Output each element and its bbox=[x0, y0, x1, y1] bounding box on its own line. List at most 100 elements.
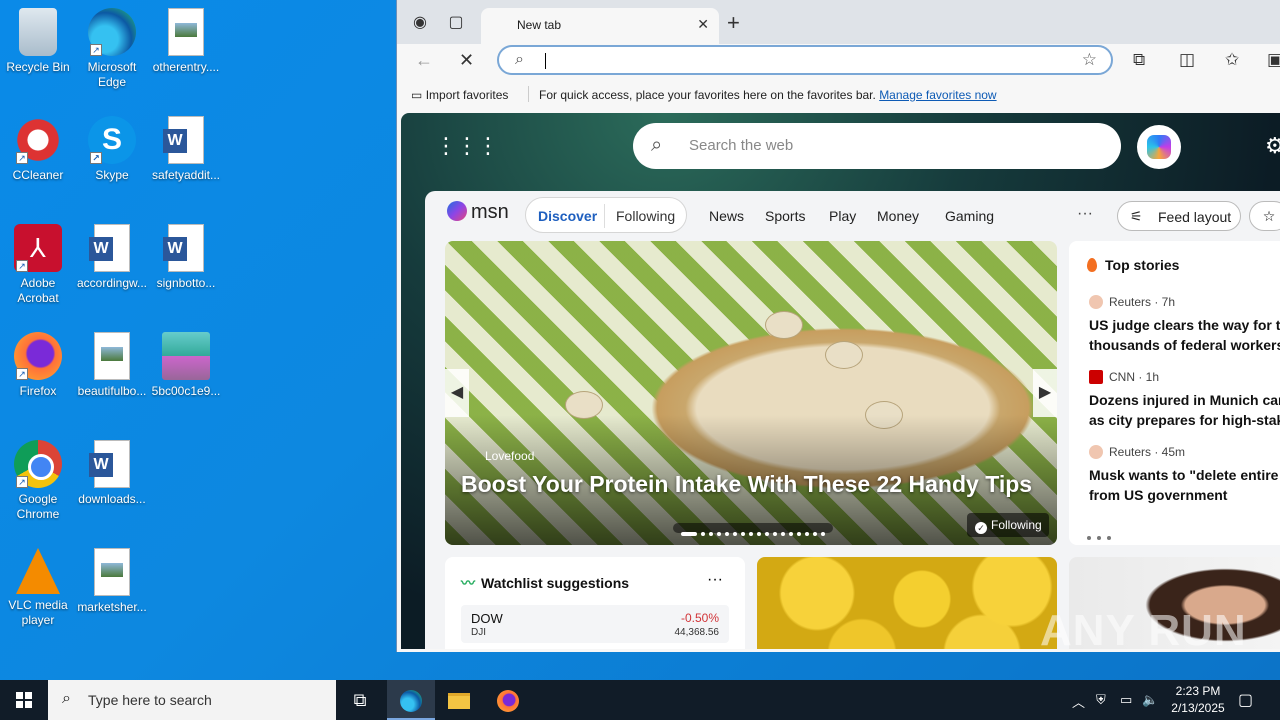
pistachio-shape bbox=[825, 341, 863, 369]
desktop-icon-marketsher[interactable]: marketsher... bbox=[74, 548, 150, 615]
word-file-icon: W bbox=[89, 440, 130, 488]
favorites-icon[interactable]: ✩ bbox=[1225, 50, 1239, 70]
profile-icon[interactable]: ◉ bbox=[409, 12, 431, 34]
chrome-icon: ↗ bbox=[14, 440, 62, 488]
extensions-puzzle-icon[interactable]: ⧉ bbox=[1133, 50, 1145, 70]
desktop-icon-beautifulbo[interactable]: beautifulbo... bbox=[74, 332, 150, 399]
desktop-icon-label: Adobe Acrobat bbox=[17, 276, 59, 305]
desktop-icon-label: VLC media player bbox=[8, 598, 68, 627]
nav-news[interactable]: News bbox=[709, 208, 744, 224]
skype-icon: S ↗ bbox=[88, 116, 136, 164]
divider bbox=[528, 86, 529, 102]
taskbar-clock[interactable]: 2:23 PM 2/13/2025 bbox=[1160, 683, 1236, 717]
add-favorite-star-icon[interactable]: ☆ bbox=[1082, 50, 1097, 70]
desktop-icon-vlc[interactable]: VLC media player bbox=[0, 548, 76, 628]
flame-icon bbox=[1087, 258, 1097, 272]
watchlist-row[interactable]: DOW DJI -0.50% 44,368.56 bbox=[461, 605, 729, 643]
hero-carousel[interactable]: ◀ ▶ Lovefood Boost Your Protein Intake W… bbox=[445, 241, 1057, 545]
story-item[interactable]: CNN · 1h Dozens injured in Munich car r … bbox=[1089, 370, 1280, 430]
edge-icon: ↗ bbox=[88, 8, 136, 56]
hero-headline[interactable]: Boost Your Protein Intake With These 22 … bbox=[461, 471, 1032, 498]
acrobat-icon: ⅄ ↗ bbox=[14, 224, 62, 272]
desktop-icon-google-chrome[interactable]: ↗ Google Chrome bbox=[0, 440, 76, 522]
stop-loading-icon[interactable]: ✕ bbox=[459, 50, 474, 71]
sliders-icon: ⚟ bbox=[1130, 208, 1143, 224]
nav-sports[interactable]: Sports bbox=[765, 208, 805, 224]
ccleaner-icon: ↗ bbox=[14, 116, 62, 164]
app-launcher-grid-icon[interactable]: ⋮⋮⋮ bbox=[435, 135, 499, 157]
desktop-icon-adobe-acrobat[interactable]: ⅄ ↗ Adobe Acrobat bbox=[0, 224, 76, 306]
tab-new-tab[interactable]: New tab ✕ bbox=[481, 8, 719, 44]
feed-layout-button[interactable]: ⚟ Feed layout bbox=[1117, 201, 1241, 231]
desktop-icon-ccleaner[interactable]: ↗ CCleaner bbox=[0, 116, 76, 183]
cnn-logo-icon bbox=[1089, 370, 1103, 384]
carousel-prev-arrow-icon[interactable]: ◀ bbox=[445, 369, 469, 417]
desktop-icon-downloads[interactable]: W downloads... bbox=[74, 440, 150, 507]
desktop-icon-signbotto[interactable]: W signbotto... bbox=[148, 224, 224, 291]
star-button[interactable]: ☆ bbox=[1249, 201, 1280, 231]
search-icon: ⌕ bbox=[515, 51, 524, 68]
taskbar-firefox[interactable] bbox=[484, 680, 532, 720]
stock-chart-icon: 〰 bbox=[461, 575, 475, 591]
desktop-icon-label: 5bc00c1e9... bbox=[151, 384, 221, 398]
carousel-dots[interactable] bbox=[673, 523, 833, 536]
stock-value: 44,368.56 bbox=[674, 627, 720, 638]
new-tab-plus-icon[interactable]: + bbox=[727, 12, 740, 34]
more-options-icon[interactable]: ··· bbox=[707, 571, 723, 589]
desktop-icon-recycle-bin[interactable]: Recycle Bin bbox=[0, 8, 76, 75]
desktop-icon-microsoft-edge[interactable]: ↗ Microsoft Edge bbox=[74, 8, 150, 90]
top-stories-pager[interactable] bbox=[1087, 527, 1117, 545]
divider bbox=[604, 204, 605, 228]
back-arrow-icon[interactable]: ← bbox=[415, 50, 433, 71]
task-view-icon[interactable]: ⧉ bbox=[336, 680, 384, 720]
split-screen-icon[interactable]: ◫ bbox=[1179, 50, 1195, 70]
tab-bar: ◉ ▢ New tab ✕ + bbox=[397, 0, 1280, 44]
story-item[interactable]: Reuters · 7h US judge clears the way for… bbox=[1089, 295, 1280, 355]
taskbar-file-explorer[interactable] bbox=[435, 680, 483, 720]
top-stories-card: Top stories Reuters · 7h US judge clears… bbox=[1069, 241, 1280, 545]
nav-money[interactable]: Money bbox=[877, 208, 919, 224]
desktop-icon-accordingw[interactable]: W accordingw... bbox=[74, 224, 150, 291]
start-button[interactable] bbox=[0, 680, 48, 720]
address-bar[interactable]: ⌕ ☆ bbox=[497, 45, 1113, 75]
desktop-icon-safetyaddit[interactable]: W safetyaddit... bbox=[148, 116, 224, 183]
notifications-icon[interactable]: ▢ bbox=[1238, 690, 1253, 710]
taskbar-search-placeholder: Type here to search bbox=[88, 692, 212, 708]
new-tab-page: ⋮⋮⋮ ⌕ Search the web ⚙ msn Discover Foll… bbox=[401, 113, 1280, 649]
import-favorites-button[interactable]: ▭ Import favorites bbox=[411, 88, 508, 102]
web-search-box[interactable]: ⌕ Search the web bbox=[633, 123, 1121, 169]
desktop-icon-otherentry[interactable]: otherentry.... bbox=[148, 8, 224, 75]
nav-play[interactable]: Play bbox=[829, 208, 856, 224]
settings-gear-icon[interactable]: ⚙ bbox=[1265, 133, 1280, 159]
nav-gaming[interactable]: Gaming bbox=[945, 208, 994, 224]
story-title-line: Musk wants to "delete entire a bbox=[1089, 467, 1280, 483]
taskbar: ⌕ Type here to search ⧉ ︿ ⛨ ▭ 🔈 2:23 PM … bbox=[0, 680, 1280, 720]
image-file-icon bbox=[94, 332, 130, 380]
reuters-logo-icon bbox=[1089, 445, 1103, 459]
tab-following[interactable]: Following bbox=[616, 208, 675, 224]
desktop-icon-skype[interactable]: S ↗ Skype bbox=[74, 116, 150, 183]
clock-time: 2:23 PM bbox=[1175, 684, 1221, 698]
story-item[interactable]: Reuters · 45m Musk wants to "delete enti… bbox=[1089, 445, 1280, 505]
close-tab-icon[interactable]: ✕ bbox=[697, 16, 709, 33]
tab-actions-icon[interactable]: ▢ bbox=[445, 12, 467, 34]
manage-favorites-link[interactable]: Manage favorites now bbox=[879, 88, 996, 102]
desktop-icon-5bc00c1e9[interactable]: 5bc00c1e9... bbox=[148, 332, 224, 399]
check-icon: ✓ bbox=[975, 522, 987, 534]
taskbar-edge[interactable] bbox=[387, 680, 435, 720]
following-badge[interactable]: ✓ Following bbox=[967, 513, 1049, 537]
show-hidden-icons-chevron-icon[interactable]: ︿ bbox=[1072, 692, 1085, 711]
copilot-icon[interactable] bbox=[1137, 125, 1181, 169]
taskbar-search-box[interactable]: ⌕ Type here to search bbox=[48, 680, 336, 720]
volume-icon[interactable]: 🔈 bbox=[1142, 692, 1158, 708]
desktop-icon-firefox[interactable]: ↗ Firefox bbox=[0, 332, 76, 399]
network-icon[interactable]: ▭ bbox=[1120, 692, 1132, 708]
msn-logo[interactable]: msn bbox=[447, 201, 509, 224]
collections-icon[interactable]: ▣ bbox=[1267, 50, 1280, 70]
lemons-article-card[interactable] bbox=[757, 557, 1057, 649]
security-icon[interactable]: ⛨ bbox=[1096, 692, 1106, 708]
more-options-icon[interactable]: ··· bbox=[1077, 205, 1093, 223]
image-file-icon bbox=[94, 548, 130, 596]
tab-discover[interactable]: Discover bbox=[538, 208, 597, 224]
carousel-next-arrow-icon[interactable]: ▶ bbox=[1033, 369, 1057, 417]
